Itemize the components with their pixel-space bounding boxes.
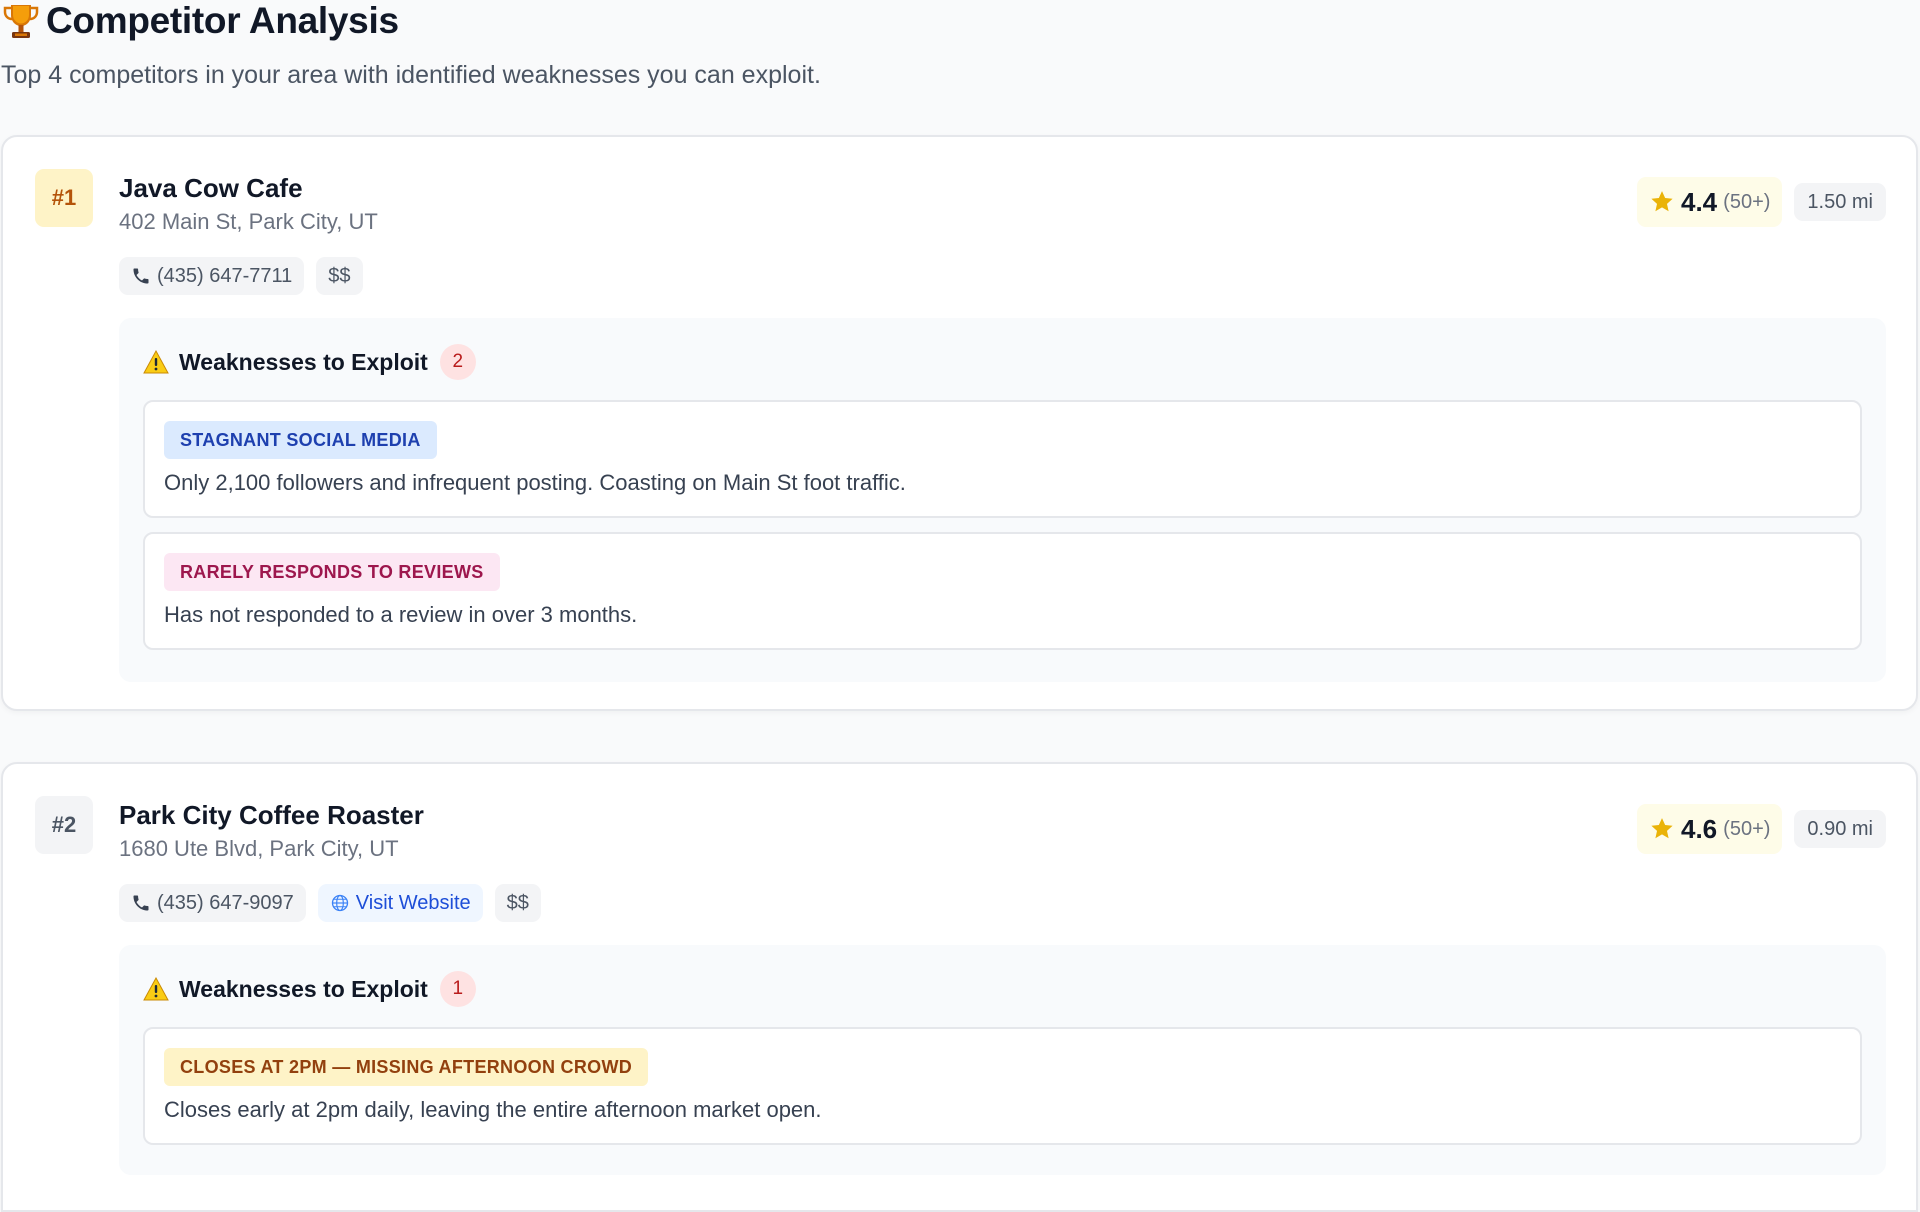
weakness-tag: CLOSES AT 2PM — MISSING AFTERNOON CROWD xyxy=(164,1048,649,1086)
review-count: (50+) xyxy=(1723,817,1771,840)
competitor-info: Java Cow Cafe 402 Main St, Park City, UT… xyxy=(119,173,378,295)
phone-chip[interactable]: (435) 647-9097 xyxy=(119,884,306,922)
competitor-analysis-page: Competitor Analysis Top 4 competitors in… xyxy=(0,0,1920,1212)
rating-value: 4.4 xyxy=(1681,186,1718,217)
weaknesses-count: 2 xyxy=(439,344,476,380)
page-title: Competitor Analysis xyxy=(46,0,399,41)
rank-badge: #2 xyxy=(35,796,93,854)
contact-chips: (435) 647-9097 Visit Website $$ xyxy=(119,884,541,922)
warning-icon xyxy=(143,350,169,374)
competitor-name: Java Cow Cafe xyxy=(119,173,303,203)
page-subtitle: Top 4 competitors in your area with iden… xyxy=(1,61,821,89)
rating-value: 4.6 xyxy=(1681,813,1718,844)
rating-distance: 4.6 (50+) 0.90 mi xyxy=(1637,804,1886,854)
competitor-info: Park City Coffee Roaster 1680 Ute Blvd, … xyxy=(119,800,541,922)
trophy-icon xyxy=(3,5,39,38)
weakness-description: Has not responded to a review in over 3 … xyxy=(164,602,638,627)
phone-icon xyxy=(133,268,149,284)
warning-icon xyxy=(143,977,169,1001)
globe-icon xyxy=(331,894,348,912)
star-icon xyxy=(1651,191,1673,212)
phone-icon xyxy=(133,895,149,911)
weakness-description: Closes early at 2pm daily, leaving the e… xyxy=(164,1097,822,1122)
page-header: Competitor Analysis Top 4 competitors in… xyxy=(0,0,821,89)
contact-chips: (435) 647-7711 $$ xyxy=(119,257,378,295)
phone-number: (435) 647-7711 xyxy=(157,264,293,287)
rank-badge: #1 xyxy=(35,169,93,227)
title-row: Competitor Analysis xyxy=(0,0,399,42)
weaknesses-panel: Weaknesses to Exploit 2 STAGNANT SOCIAL … xyxy=(119,318,1886,682)
rating-badge: 4.4 (50+) xyxy=(1637,177,1783,227)
price-chip: $$ xyxy=(316,257,363,295)
price-chip: $$ xyxy=(494,884,541,922)
distance-badge: 0.90 mi xyxy=(1794,810,1886,848)
weakness-tag: STAGNANT SOCIAL MEDIA xyxy=(164,421,437,459)
distance-badge: 1.50 mi xyxy=(1794,183,1886,221)
rating-badge: 4.6 (50+) xyxy=(1637,804,1783,854)
review-count: (50+) xyxy=(1723,190,1771,213)
weaknesses-count: 1 xyxy=(439,971,476,1007)
weaknesses-title: Weaknesses to Exploit xyxy=(179,975,428,1002)
weaknesses-title: Weaknesses to Exploit xyxy=(179,348,428,375)
weakness-item: CLOSES AT 2PM — MISSING AFTERNOON CROWD … xyxy=(143,1027,1862,1145)
weakness-item: STAGNANT SOCIAL MEDIA Only 2,100 followe… xyxy=(143,400,1862,518)
weaknesses-panel: Weaknesses to Exploit 1 CLOSES AT 2PM — … xyxy=(119,945,1886,1175)
weakness-item: RARELY RESPONDS TO REVIEWS Has not respo… xyxy=(143,532,1862,650)
competitor-name: Park City Coffee Roaster xyxy=(119,800,424,830)
weaknesses-header: Weaknesses to Exploit 1 xyxy=(143,971,476,1007)
visit-website-link[interactable]: Visit Website xyxy=(317,884,483,922)
phone-number: (435) 647-9097 xyxy=(157,891,294,914)
star-icon xyxy=(1651,818,1673,839)
website-label: Visit Website xyxy=(355,891,471,914)
competitor-card: #1 Java Cow Cafe 402 Main St, Park City,… xyxy=(1,135,1918,711)
weakness-description: Only 2,100 followers and infrequent post… xyxy=(164,470,906,495)
competitor-card: #2 Park City Coffee Roaster 1680 Ute Blv… xyxy=(1,762,1918,1212)
phone-chip[interactable]: (435) 647-7711 xyxy=(119,257,305,295)
rating-distance: 4.4 (50+) 1.50 mi xyxy=(1637,177,1886,227)
competitor-address: 402 Main St, Park City, UT xyxy=(119,209,378,234)
weaknesses-header: Weaknesses to Exploit 2 xyxy=(143,344,476,380)
weakness-tag: RARELY RESPONDS TO REVIEWS xyxy=(164,553,500,591)
competitor-address: 1680 Ute Blvd, Park City, UT xyxy=(119,836,399,861)
